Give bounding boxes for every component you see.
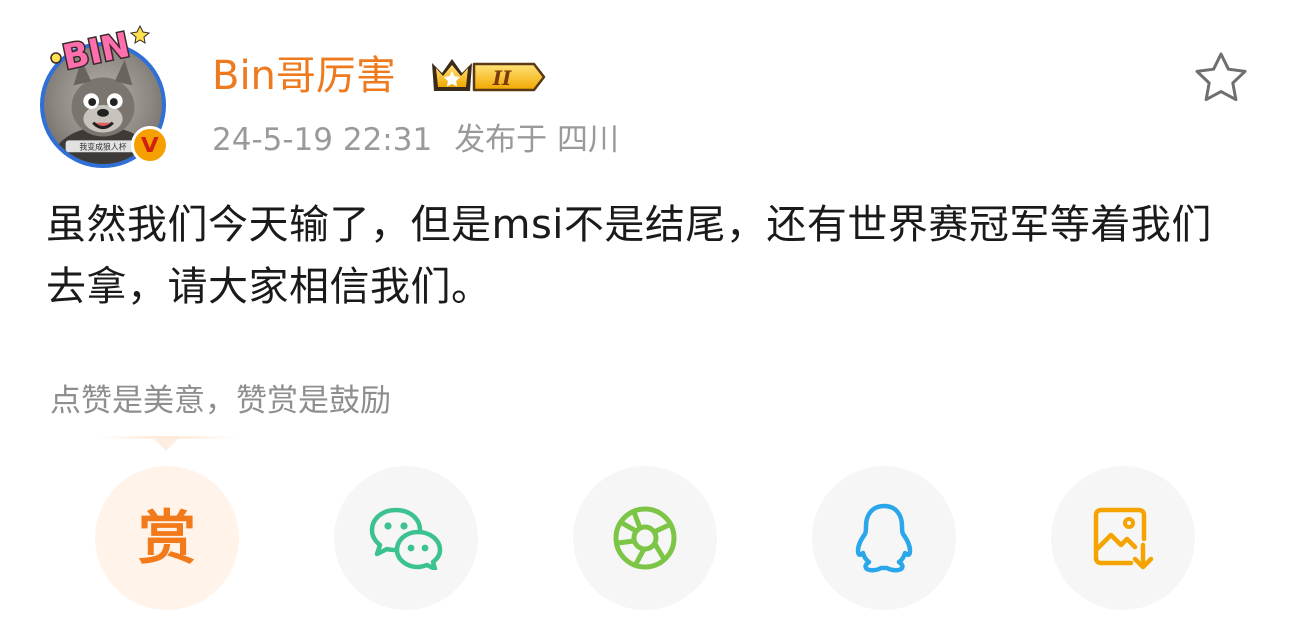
svg-text:II: II — [492, 66, 512, 90]
author-name[interactable]: Bin哥厉害 — [212, 50, 396, 102]
verified-badge: V — [131, 126, 169, 164]
reward-tip-pointer — [96, 436, 240, 456]
reward-button[interactable]: 赏 — [95, 466, 239, 610]
verified-v-icon: V — [141, 133, 159, 157]
save-image-button[interactable] — [1051, 466, 1195, 610]
share-wechat-button[interactable] — [334, 466, 478, 610]
wechat-icon — [369, 507, 443, 570]
svg-text:我变成狼人杯: 我变成狼人杯 — [79, 141, 126, 151]
post-location: 发布于 四川 — [454, 122, 620, 158]
share-qq-button[interactable] — [812, 466, 956, 610]
avatar[interactable]: 我变成狼人杯 BIN V — [36, 18, 176, 168]
save-image-icon — [1093, 507, 1154, 570]
reward-icon: 赏 — [137, 504, 196, 572]
share-moments-button[interactable] — [573, 466, 717, 610]
favorite-star-icon[interactable] — [1192, 50, 1250, 106]
post-content: 虽然我们今天输了，但是msi不是结尾，还有世界赛冠军等着我们去拿，请大家相信我们… — [46, 202, 1212, 310]
qq-penguin-icon — [855, 503, 913, 573]
bin-logo-icon: BIN — [50, 24, 151, 78]
vip-crown-badge-icon[interactable]: II — [428, 55, 546, 99]
reward-tip: 点赞是美意，赞赏是鼓励 — [50, 383, 391, 419]
svg-text:BIN: BIN — [59, 25, 133, 78]
post-meta: 24-5-19 22:31 发布于 四川 — [212, 118, 619, 162]
post-timestamp: 24-5-19 22:31 — [212, 122, 433, 158]
moments-aperture-icon — [613, 506, 677, 570]
